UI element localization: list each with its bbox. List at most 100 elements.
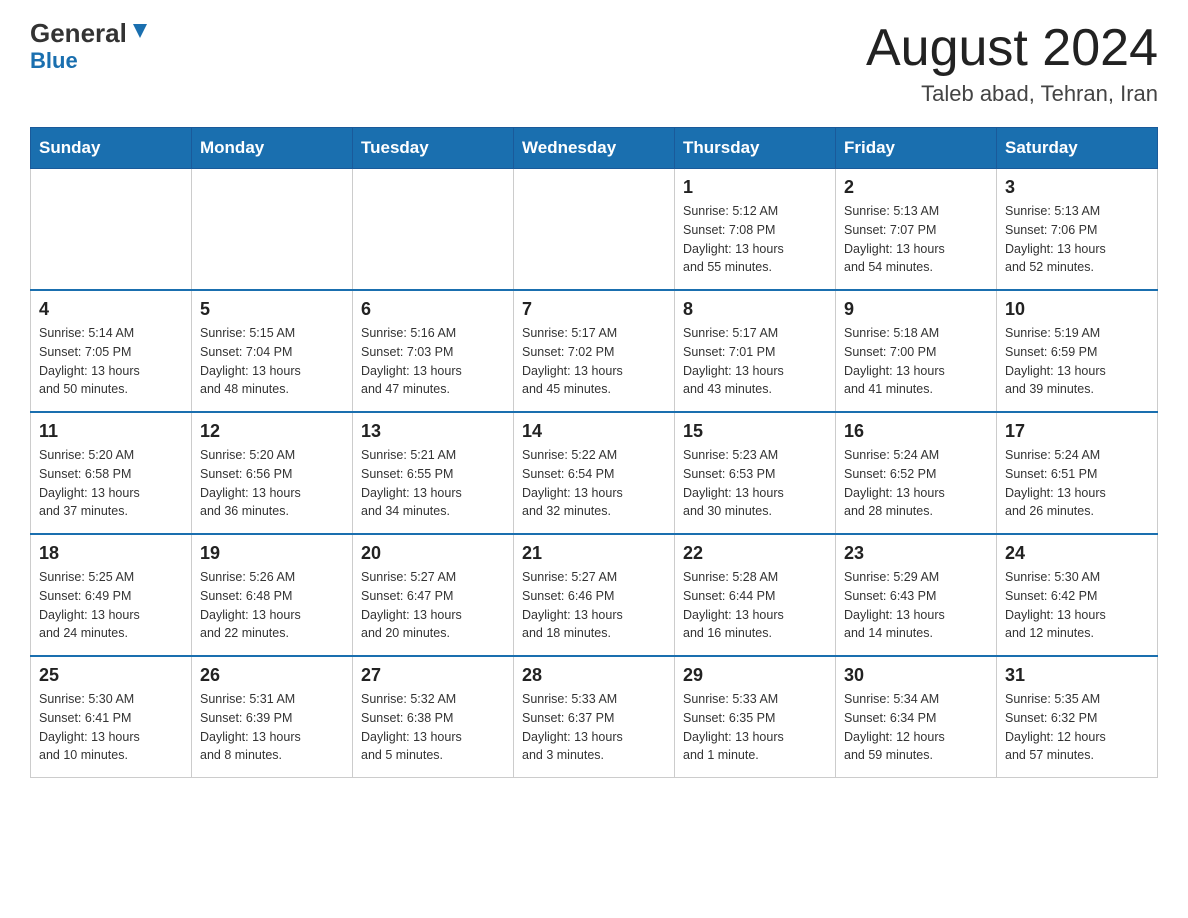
table-row: 18 Sunrise: 5:25 AMSunset: 6:49 PMDayligh… [31, 534, 192, 656]
day-number: 14 [522, 421, 666, 442]
table-row: 30Sunrise: 5:34 AMSunset: 6:34 PMDayligh… [836, 656, 997, 778]
table-row [353, 169, 514, 291]
day-info: Sunrise: 5:35 AMSunset: 6:32 PMDaylight:… [1005, 690, 1149, 765]
day-info: Sunrise: 5:33 AMSunset: 6:37 PMDaylight:… [522, 690, 666, 765]
calendar-table: Sunday Monday Tuesday Wednesday Thursday… [30, 127, 1158, 778]
table-row: 21 Sunrise: 5:27 AMSunset: 6:46 PMDayligh… [514, 534, 675, 656]
day-info: Sunrise: 5:27 AMSunset: 6:47 PMDaylight:… [361, 568, 505, 643]
logo-general: General [30, 20, 127, 46]
day-info: Sunrise: 5:24 AMSunset: 6:51 PMDaylight:… [1005, 446, 1149, 521]
day-number: 8 [683, 299, 827, 320]
day-info: Sunrise: 5:14 AMSunset: 7:05 PMDaylight:… [39, 324, 183, 399]
table-row: 23Sunrise: 5:29 AMSunset: 6:43 PMDayligh… [836, 534, 997, 656]
day-number: 10 [1005, 299, 1149, 320]
day-info: Sunrise: 5:32 AMSunset: 6:38 PMDaylight:… [361, 690, 505, 765]
day-info: Sunrise: 5:22 AMSunset: 6:54 PMDaylight:… [522, 446, 666, 521]
table-row: 13 Sunrise: 5:21 AMSunset: 6:55 PMDayligh… [353, 412, 514, 534]
table-row [192, 169, 353, 291]
day-info: Sunrise: 5:16 AMSunset: 7:03 PMDaylight:… [361, 324, 505, 399]
table-row: 10Sunrise: 5:19 AMSunset: 6:59 PMDayligh… [997, 290, 1158, 412]
day-number: 2 [844, 177, 988, 198]
table-row: 28 Sunrise: 5:33 AMSunset: 6:37 PMDayligh… [514, 656, 675, 778]
calendar-week-row: 25 Sunrise: 5:30 AMSunset: 6:41 PMDayligh… [31, 656, 1158, 778]
day-number: 6 [361, 299, 505, 320]
col-monday: Monday [192, 128, 353, 169]
col-wednesday: Wednesday [514, 128, 675, 169]
day-info: Sunrise: 5:15 AMSunset: 7:04 PMDaylight:… [200, 324, 344, 399]
table-row: 3Sunrise: 5:13 AMSunset: 7:06 PMDaylight… [997, 169, 1158, 291]
table-row: 31 Sunrise: 5:35 AMSunset: 6:32 PMDayligh… [997, 656, 1158, 778]
logo: General Blue [30, 20, 151, 74]
calendar-week-row: 11 Sunrise: 5:20 AMSunset: 6:58 PMDayligh… [31, 412, 1158, 534]
col-saturday: Saturday [997, 128, 1158, 169]
day-number: 17 [1005, 421, 1149, 442]
calendar-week-row: 18 Sunrise: 5:25 AMSunset: 6:49 PMDayligh… [31, 534, 1158, 656]
calendar-week-row: 1 Sunrise: 5:12 AMSunset: 7:08 PMDaylight… [31, 169, 1158, 291]
logo-triangle-icon [129, 20, 151, 42]
table-row: 4 Sunrise: 5:14 AMSunset: 7:05 PMDaylight… [31, 290, 192, 412]
day-info: Sunrise: 5:30 AMSunset: 6:41 PMDaylight:… [39, 690, 183, 765]
day-number: 1 [683, 177, 827, 198]
day-info: Sunrise: 5:18 AMSunset: 7:00 PMDaylight:… [844, 324, 988, 399]
day-info: Sunrise: 5:17 AMSunset: 7:01 PMDaylight:… [683, 324, 827, 399]
day-info: Sunrise: 5:27 AMSunset: 6:46 PMDaylight:… [522, 568, 666, 643]
calendar-subtitle: Taleb abad, Tehran, Iran [866, 81, 1158, 107]
day-info: Sunrise: 5:12 AMSunset: 7:08 PMDaylight:… [683, 202, 827, 277]
calendar-header-row: Sunday Monday Tuesday Wednesday Thursday… [31, 128, 1158, 169]
day-number: 21 [522, 543, 666, 564]
table-row: 27Sunrise: 5:32 AMSunset: 6:38 PMDayligh… [353, 656, 514, 778]
table-row: 12 Sunrise: 5:20 AMSunset: 6:56 PMDayligh… [192, 412, 353, 534]
day-info: Sunrise: 5:17 AMSunset: 7:02 PMDaylight:… [522, 324, 666, 399]
day-info: Sunrise: 5:20 AMSunset: 6:58 PMDaylight:… [39, 446, 183, 521]
day-number: 20 [361, 543, 505, 564]
table-row: 29Sunrise: 5:33 AMSunset: 6:35 PMDayligh… [675, 656, 836, 778]
page-header: General Blue August 2024 Taleb abad, Teh… [30, 20, 1158, 107]
day-number: 31 [1005, 665, 1149, 686]
table-row: 24 Sunrise: 5:30 AMSunset: 6:42 PMDayligh… [997, 534, 1158, 656]
table-row: 15 Sunrise: 5:23 AMSunset: 6:53 PMDayligh… [675, 412, 836, 534]
table-row: 25 Sunrise: 5:30 AMSunset: 6:41 PMDayligh… [31, 656, 192, 778]
table-row [31, 169, 192, 291]
day-info: Sunrise: 5:20 AMSunset: 6:56 PMDaylight:… [200, 446, 344, 521]
day-number: 15 [683, 421, 827, 442]
day-info: Sunrise: 5:23 AMSunset: 6:53 PMDaylight:… [683, 446, 827, 521]
day-number: 26 [200, 665, 344, 686]
table-row: 1 Sunrise: 5:12 AMSunset: 7:08 PMDaylight… [675, 169, 836, 291]
day-number: 18 [39, 543, 183, 564]
table-row: 9 Sunrise: 5:18 AMSunset: 7:00 PMDaylight… [836, 290, 997, 412]
day-number: 4 [39, 299, 183, 320]
day-info: Sunrise: 5:21 AMSunset: 6:55 PMDaylight:… [361, 446, 505, 521]
day-info: Sunrise: 5:26 AMSunset: 6:48 PMDaylight:… [200, 568, 344, 643]
table-row: 11 Sunrise: 5:20 AMSunset: 6:58 PMDayligh… [31, 412, 192, 534]
day-number: 9 [844, 299, 988, 320]
table-row: 20 Sunrise: 5:27 AMSunset: 6:47 PMDayligh… [353, 534, 514, 656]
day-number: 30 [844, 665, 988, 686]
day-number: 11 [39, 421, 183, 442]
table-row: 5Sunrise: 5:15 AMSunset: 7:04 PMDaylight… [192, 290, 353, 412]
col-thursday: Thursday [675, 128, 836, 169]
day-number: 25 [39, 665, 183, 686]
day-info: Sunrise: 5:13 AMSunset: 7:07 PMDaylight:… [844, 202, 988, 277]
day-info: Sunrise: 5:24 AMSunset: 6:52 PMDaylight:… [844, 446, 988, 521]
day-info: Sunrise: 5:28 AMSunset: 6:44 PMDaylight:… [683, 568, 827, 643]
table-row: 19 Sunrise: 5:26 AMSunset: 6:48 PMDayligh… [192, 534, 353, 656]
day-number: 23 [844, 543, 988, 564]
day-number: 13 [361, 421, 505, 442]
col-sunday: Sunday [31, 128, 192, 169]
day-info: Sunrise: 5:30 AMSunset: 6:42 PMDaylight:… [1005, 568, 1149, 643]
table-row: 16Sunrise: 5:24 AMSunset: 6:52 PMDayligh… [836, 412, 997, 534]
day-number: 7 [522, 299, 666, 320]
col-friday: Friday [836, 128, 997, 169]
table-row [514, 169, 675, 291]
day-number: 24 [1005, 543, 1149, 564]
table-row: 2 Sunrise: 5:13 AMSunset: 7:07 PMDaylight… [836, 169, 997, 291]
day-number: 12 [200, 421, 344, 442]
day-info: Sunrise: 5:13 AMSunset: 7:06 PMDaylight:… [1005, 202, 1149, 277]
day-info: Sunrise: 5:31 AMSunset: 6:39 PMDaylight:… [200, 690, 344, 765]
table-row: 22Sunrise: 5:28 AMSunset: 6:44 PMDayligh… [675, 534, 836, 656]
day-info: Sunrise: 5:25 AMSunset: 6:49 PMDaylight:… [39, 568, 183, 643]
table-row: 17 Sunrise: 5:24 AMSunset: 6:51 PMDayligh… [997, 412, 1158, 534]
day-number: 19 [200, 543, 344, 564]
day-number: 28 [522, 665, 666, 686]
col-tuesday: Tuesday [353, 128, 514, 169]
